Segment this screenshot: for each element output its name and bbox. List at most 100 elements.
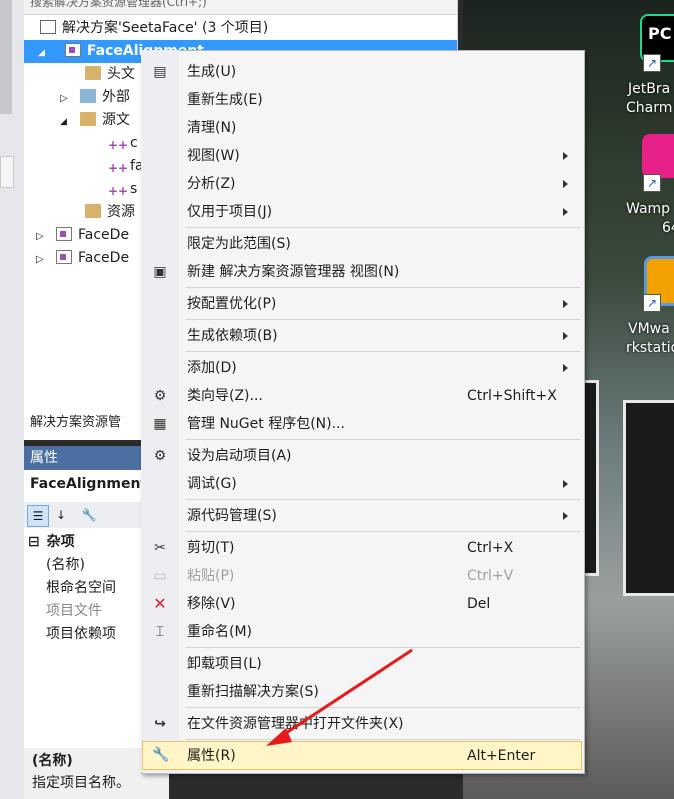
menu-item-cut[interactable]: ✂ 剪切(T) Ctrl+X — [142, 534, 582, 562]
collapsed-arrow-icon[interactable]: ▷ — [60, 87, 80, 110]
menu-separator — [186, 739, 580, 740]
property-pages-wrench-icon[interactable]: 🔧 — [79, 505, 99, 525]
menu-separator — [186, 707, 580, 708]
submenu-arrow-icon — [563, 180, 568, 188]
tree-item-file[interactable]: ++ c — [108, 132, 138, 155]
menu-item-debug[interactable]: 调试(G) — [142, 470, 582, 498]
tree-item-sources[interactable]: ◢ 源文 — [60, 109, 130, 132]
menu-item-rebuild[interactable]: 重新生成(E) — [142, 86, 582, 114]
desktop-icon-label[interactable]: Wamp — [626, 200, 670, 219]
desktop-icon-label[interactable]: JetBra — [628, 80, 670, 99]
menu-item-rename[interactable]: ⌶ 重命名(M) — [142, 618, 582, 646]
description-title: (名称) — [32, 753, 73, 769]
properties-object-name[interactable]: FaceAlignment — [24, 472, 147, 496]
collapse-box-icon[interactable]: ⊟ — [24, 534, 40, 550]
cpp-project-icon — [56, 250, 72, 264]
collapsed-arrow-icon[interactable]: ▷ — [36, 248, 56, 271]
alphabetical-sort-icon[interactable]: ↓ — [51, 505, 71, 525]
menu-item-remove[interactable]: ✕ 移除(V) Del — [142, 590, 582, 618]
menu-item-rescan-solution[interactable]: 重新扫描解决方案(S) — [142, 678, 582, 706]
categorized-icon[interactable]: ☰ — [27, 505, 49, 527]
paste-icon: ▭ — [153, 568, 167, 584]
tree-item-resources[interactable]: 资源 — [85, 201, 135, 224]
expanded-arrow-icon[interactable]: ◢ — [38, 42, 52, 65]
submenu-arrow-icon — [563, 300, 568, 308]
desktop-icon-label[interactable]: Charm — [626, 99, 672, 118]
wrench-icon: 🔧 — [152, 747, 170, 763]
menu-item-analyze[interactable]: 分析(Z) — [142, 170, 582, 198]
menu-item-scope-to-this[interactable]: 限定为此范围(S) — [142, 230, 582, 258]
gear-icon: ⚙ — [153, 448, 167, 464]
shortcut-arrow-icon: ↗ — [643, 294, 661, 312]
solution-icon — [40, 20, 56, 34]
menu-item-project-only[interactable]: 仅用于项目(J) — [142, 198, 582, 226]
submenu-arrow-icon — [563, 480, 568, 488]
shortcut-text: Del — [467, 596, 491, 612]
folder-icon — [85, 66, 101, 80]
collapsed-arrow-icon[interactable]: ▷ — [36, 225, 56, 248]
desktop-icon-label[interactable]: VMwa — [628, 320, 670, 339]
wamp-icon[interactable] — [642, 134, 674, 178]
search-placeholder: 搜索解决方案资源管理器(Ctrl+;) — [30, 0, 207, 9]
cpp-project-icon — [56, 227, 72, 241]
menu-separator — [186, 227, 580, 228]
menu-separator — [186, 439, 580, 440]
tree-item-file[interactable]: ++ fa — [108, 155, 144, 178]
project-node[interactable]: ▷ FaceDe — [36, 224, 129, 247]
solution-node[interactable]: 解决方案'SeetaFace' (3 个项目) — [40, 17, 268, 40]
tree-item-headers[interactable]: 头文 — [85, 63, 135, 86]
folder-icon — [80, 112, 96, 126]
submenu-arrow-icon — [563, 152, 568, 160]
menu-separator — [186, 319, 580, 320]
menu-item-build[interactable]: ▤ 生成(U) — [142, 58, 582, 86]
menu-separator — [186, 287, 580, 288]
menu-item-class-wizard[interactable]: ⚙ 类向导(Z)... Ctrl+Shift+X — [142, 382, 582, 410]
menu-item-build-dependencies[interactable]: 生成依赖项(B) — [142, 322, 582, 350]
project-node[interactable]: ▷ FaceDe — [36, 247, 129, 270]
scissors-icon: ✂ — [154, 540, 166, 556]
tree-item-external[interactable]: ▷ 外部 — [60, 86, 130, 109]
shortcut-arrow-icon: ↗ — [643, 174, 661, 192]
cpp-project-icon — [64, 43, 81, 57]
menu-separator — [186, 351, 580, 352]
submenu-arrow-icon — [563, 332, 568, 340]
wallpaper-window — [623, 400, 674, 596]
folder-icon — [85, 204, 101, 218]
menu-item-properties[interactable]: 🔧 属性(R) Alt+Enter — [142, 741, 582, 770]
expanded-arrow-icon[interactable]: ◢ — [60, 111, 80, 134]
desktop-icon-label[interactable]: 64 — [662, 219, 674, 238]
submenu-arrow-icon — [563, 512, 568, 520]
desktop-icon-label[interactable]: rkstatio — [626, 339, 674, 358]
menu-item-nuget[interactable]: ▦ 管理 NuGet 程序包(N)... — [142, 410, 582, 438]
rename-icon: ⌶ — [155, 624, 165, 640]
cpp-file-icon: ++ — [108, 184, 129, 198]
menu-item-clean[interactable]: 清理(N) — [142, 114, 582, 142]
shortcut-text: Alt+Enter — [467, 748, 536, 764]
remove-icon: ✕ — [153, 594, 167, 613]
menu-item-open-in-explorer[interactable]: ↪ 在文件资源管理器中打开文件夹(X) — [142, 710, 582, 738]
folder-icon — [80, 89, 96, 103]
menu-item-source-control[interactable]: 源代码管理(S) — [142, 502, 582, 530]
menu-item-new-explorer-view[interactable]: ▣ 新建 解决方案资源管理器 视图(N) — [142, 258, 582, 286]
solution-label: 解决方案'SeetaFace' (3 个项目) — [62, 20, 269, 36]
class-wizard-icon: ⚙ — [153, 388, 167, 404]
left-panel-strip — [0, 0, 24, 799]
menu-item-pgo[interactable]: 按配置优化(P) — [142, 290, 582, 318]
menu-item-view[interactable]: 视图(W) — [142, 142, 582, 170]
menu-separator — [186, 647, 580, 648]
cpp-file-icon: ++ — [108, 138, 129, 152]
menu-separator — [186, 531, 580, 532]
menu-item-paste[interactable]: ▭ 粘贴(P) Ctrl+V — [142, 562, 582, 590]
tree-item-file[interactable]: ++ s — [108, 178, 137, 201]
shortcut-text: Ctrl+V — [467, 568, 514, 584]
submenu-arrow-icon — [563, 364, 568, 372]
menu-item-set-startup[interactable]: ⚙ 设为启动项目(A) — [142, 442, 582, 470]
nuget-icon: ▦ — [153, 416, 167, 432]
collapsed-panel-tab[interactable] — [0, 0, 12, 114]
open-folder-arrow-icon: ↪ — [154, 716, 166, 732]
collapsed-panel-tab[interactable] — [0, 156, 14, 188]
submenu-arrow-icon — [563, 208, 568, 216]
menu-item-add[interactable]: 添加(D) — [142, 354, 582, 382]
solution-search-input[interactable]: 搜索解决方案资源管理器(Ctrl+;) — [24, 0, 457, 15]
menu-item-unload-project[interactable]: 卸载项目(L) — [142, 650, 582, 678]
